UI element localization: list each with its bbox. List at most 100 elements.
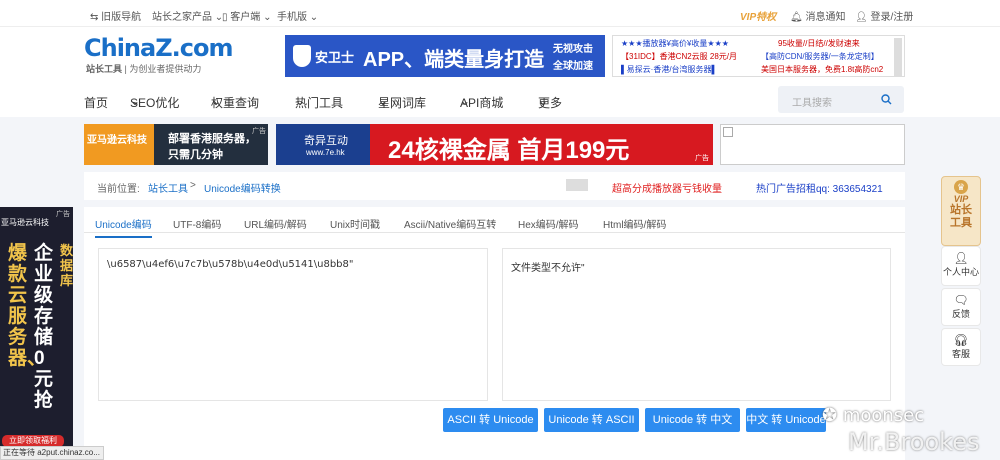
- text-ad[interactable]: ★★★播放器¥高价¥收量★★★: [621, 38, 729, 50]
- qiyi-url: www.7e.hk: [306, 148, 345, 157]
- login-label: 登录/注册: [870, 12, 914, 23]
- service-label: 客服: [951, 349, 970, 359]
- ad-mark: [566, 179, 588, 191]
- output-text: 文件类型不允许": [511, 263, 585, 274]
- promo-link[interactable]: 超高分成播放器亏钱收量: [612, 180, 722, 195]
- chevron-down-icon: ⌄: [378, 94, 389, 108]
- amazon-line1: 部署香港服务器，: [168, 133, 256, 145]
- chevron-down-icon: ⌄: [538, 94, 549, 108]
- text-ad[interactable]: 【高防CDN/服务器/一条龙定制】: [761, 51, 879, 63]
- chevron-down-icon: ⌄: [211, 94, 222, 108]
- input-text: \u6587\u4ef6\u7c7b\u578b\u4e0d\u5141\u8b…: [107, 259, 354, 270]
- user-icon: 👤︎: [953, 251, 969, 265]
- top-bar: ⇆ 旧版导航 站长之家产品 ⌄ ▯ 客户端 ⌄ 手机版 ⌄ VIP特权 🔔︎ 消…: [0, 0, 1000, 27]
- client-menu[interactable]: ▯ 客户端 ⌄: [222, 8, 271, 23]
- login-link[interactable]: 👤︎ 登录/注册: [855, 8, 913, 23]
- vip-badge[interactable]: ♛ VIP 站长工具: [941, 176, 981, 246]
- logo-slogan-text: 为创业者提供动力: [129, 64, 202, 74]
- ad-hotline[interactable]: 热门广告招租qq: 363654321: [756, 180, 883, 195]
- amazon-banner[interactable]: 亚马逊云科技 部署香港服务器， 只需几分钟 广告: [84, 124, 268, 165]
- personal-label: 个人中心: [942, 267, 979, 277]
- vip-link[interactable]: VIP特权: [740, 8, 776, 23]
- ad-mark: 广告: [695, 155, 709, 162]
- crown-icon: ♛: [954, 180, 968, 194]
- tab-utf8[interactable]: UTF-8编码: [173, 216, 221, 231]
- left-ad-title: 亚马逊云科技: [1, 218, 49, 227]
- qiyi-banner[interactable]: 奇异互动 www.7e.hk 24核裸金属 首月199元 广告: [276, 124, 713, 165]
- broken-image-ad[interactable]: [720, 124, 905, 165]
- notice-link[interactable]: 🔔︎ 消息通知: [790, 8, 845, 23]
- mobile-menu[interactable]: 手机版 ⌄: [277, 8, 318, 23]
- broken-image-icon: [723, 127, 733, 137]
- ad-headline: APP、端类量身打造: [363, 49, 545, 71]
- chinese-to-unicode-button[interactable]: 中文 转 Unicode: [746, 408, 826, 432]
- ad-sub1: 无视攻击: [553, 44, 593, 55]
- tab-divider: [84, 232, 905, 233]
- ad-sub2: 全球加速: [553, 61, 593, 72]
- unicode-to-ascii-button[interactable]: Unicode 转 ASCII: [544, 408, 639, 432]
- chevron-down-icon: ⌄: [309, 12, 319, 23]
- chat-icon: 🗨︎: [953, 293, 969, 307]
- service-button[interactable]: 🎧︎ 客服: [941, 328, 981, 366]
- breadcrumb-label: 当前位置:: [97, 184, 140, 195]
- text-ad[interactable]: 美国日本服务器，免费1.8t高防cn2: [761, 64, 883, 76]
- feedback-button[interactable]: 🗨︎ 反馈: [941, 288, 981, 326]
- personal-center-button[interactable]: 👤︎ 个人中心: [941, 246, 981, 286]
- swap-icon: ⇆: [90, 12, 102, 23]
- text-ad[interactable]: 【31IDC】香港CN2云服 28元/月: [621, 51, 737, 63]
- tab-ascii-native[interactable]: Ascii/Native编码互转: [404, 216, 496, 231]
- vip-label: VIP: [953, 194, 969, 204]
- tab-unicode[interactable]: Unicode编码: [95, 216, 152, 238]
- bell-icon: 🔔︎: [790, 12, 806, 23]
- client-label: 客户端: [230, 12, 261, 23]
- search-input[interactable]: 工具搜索: [778, 86, 904, 113]
- logo-station: 站长工具: [86, 64, 123, 74]
- unicode-to-chinese-button[interactable]: Unicode 转 中文: [645, 408, 740, 432]
- chevron-down-icon: ⌄: [130, 94, 141, 108]
- output-textarea[interactable]: 文件类型不允许": [502, 248, 891, 401]
- breadcrumb-link-tools[interactable]: 站长工具: [148, 180, 188, 195]
- logo-slogan: 站长工具 | 为创业者提供动力: [86, 64, 202, 74]
- amazon-line2: 只需几分钟: [168, 149, 223, 161]
- feedback-label: 反馈: [951, 309, 970, 319]
- mobile-label: 手机版: [277, 12, 307, 23]
- ascii-to-unicode-button[interactable]: ASCII 转 Unicode: [443, 408, 538, 432]
- tab-url[interactable]: URL编码/解码: [244, 216, 307, 231]
- logo[interactable]: ChinaZ.com: [84, 34, 233, 62]
- input-textarea[interactable]: \u6587\u4ef6\u7c7b\u578b\u4e0d\u5141\u8b…: [98, 248, 488, 401]
- products-menu[interactable]: 站长之家产品 ⌄: [152, 8, 223, 23]
- tab-unix[interactable]: Unix时间戳: [330, 216, 380, 231]
- tab-html[interactable]: Html编码/解码: [603, 216, 666, 231]
- chevron-down-icon: ⌄: [460, 94, 471, 108]
- text-ad[interactable]: ▌易探云·香港/台湾服务器▌: [621, 64, 717, 76]
- ad-banner-top[interactable]: 安卫士 APP、端类量身打造 无视攻击 全球加速: [285, 35, 605, 77]
- watermark-name: Mr.Brookes: [848, 428, 980, 456]
- search-icon[interactable]: [881, 94, 892, 105]
- qiyi-headline: 24核裸金属 首月199元: [388, 137, 630, 164]
- old-nav-label: 旧版导航: [101, 12, 142, 23]
- notice-label: 消息通知: [805, 12, 846, 23]
- user-icon: 👤︎: [855, 12, 871, 23]
- left-ad-col1: 爆款云服务器、: [8, 243, 47, 369]
- amazon-title: 亚马逊云科技: [87, 135, 147, 146]
- chevron-down-icon: ⌄: [263, 12, 272, 23]
- left-ad-col2: 企业级存储0元抢: [34, 243, 54, 411]
- ad-scrollbar[interactable]: [894, 38, 902, 76]
- nav-home[interactable]: 首页: [84, 94, 108, 111]
- breadcrumb: 当前位置: 站长工具 > Unicode编码转换 超高分成播放器亏钱收量 热门广…: [84, 172, 905, 200]
- qiyi-brand: 奇异互动: [304, 135, 348, 147]
- search-placeholder: 工具搜索: [792, 98, 832, 109]
- text-ad[interactable]: 95收量//日结//发财速来: [778, 38, 860, 50]
- breadcrumb-sep: >: [190, 180, 196, 191]
- text-ads[interactable]: ★★★播放器¥高价¥收量★★★ 【31IDC】香港CN2云服 28元/月 ▌易探…: [612, 35, 905, 77]
- wechat-icon: ✪: [822, 405, 843, 426]
- left-float-ad[interactable]: 亚马逊云科技 广告 爆款云服务器、 企业级存储0元抢 数据库 立即领取福利: [0, 207, 73, 447]
- headset-icon: 🎧︎: [953, 333, 969, 347]
- tab-hex[interactable]: Hex编码/解码: [518, 216, 579, 231]
- watermark-wechat-text: moonsec: [842, 405, 925, 426]
- breadcrumb-current[interactable]: Unicode编码转换: [204, 180, 281, 195]
- ad-mark: 广告: [56, 211, 70, 218]
- watermark-wechat: ✪ moonsec: [822, 405, 924, 426]
- old-nav-link[interactable]: ⇆ 旧版导航: [90, 8, 141, 23]
- shield-icon: [293, 45, 311, 67]
